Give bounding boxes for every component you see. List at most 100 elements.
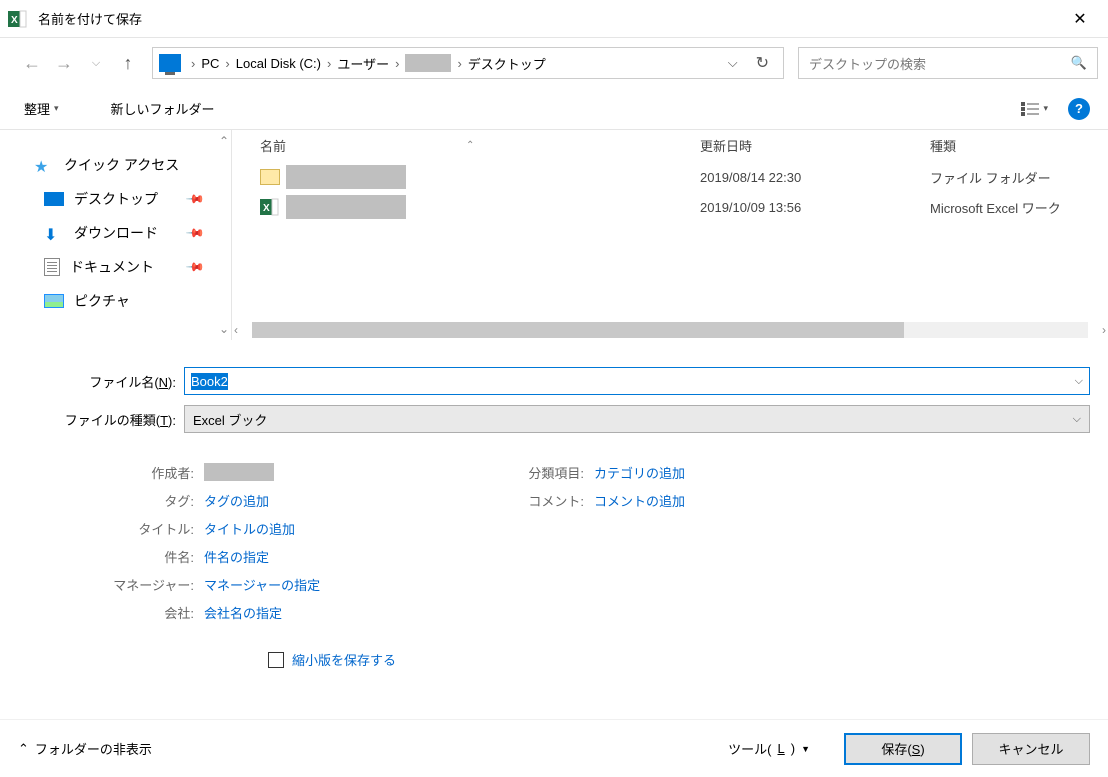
comment-value[interactable]: コメントの追加 bbox=[594, 491, 685, 510]
subject-label: 件名: bbox=[18, 547, 204, 566]
history-dropdown[interactable]: ⌵ bbox=[82, 49, 110, 77]
sidebar-quick-access[interactable]: ★ クイック アクセス bbox=[0, 148, 231, 182]
file-row[interactable]: X 2019/10/09 13:56 Microsoft Excel ワーク bbox=[232, 192, 1108, 222]
dropdown-icon[interactable]: ⌵ bbox=[1075, 375, 1083, 388]
pc-icon bbox=[159, 54, 181, 72]
address-bar[interactable]: › PC › Local Disk (C:) › ユーザー › › デスクトップ… bbox=[152, 47, 784, 79]
subject-value[interactable]: 件名の指定 bbox=[204, 547, 269, 566]
filename-redacted bbox=[286, 165, 406, 189]
cancel-button[interactable]: キャンセル bbox=[972, 733, 1090, 765]
company-label: 会社: bbox=[18, 603, 204, 622]
breadcrumb-sep-icon: › bbox=[189, 56, 197, 71]
dropdown-icon[interactable]: ⌵ bbox=[1073, 413, 1081, 426]
nav-bar: ← → ⌵ ↑ › PC › Local Disk (C:) › ユーザー › … bbox=[0, 38, 1108, 88]
breadcrumb-sep-icon: › bbox=[393, 56, 401, 71]
sidebar-item-downloads[interactable]: ⬇ ダウンロード 📌 bbox=[0, 216, 231, 250]
back-button[interactable]: ← bbox=[18, 49, 46, 77]
filename-input[interactable]: Book2 ⌵ bbox=[184, 367, 1090, 395]
close-button[interactable]: ✕ bbox=[1060, 0, 1100, 38]
folder-icon bbox=[260, 169, 280, 185]
breadcrumb-root[interactable]: PC bbox=[197, 56, 223, 71]
filetype-label: ファイルの種類(T): bbox=[18, 410, 184, 429]
svg-text:X: X bbox=[263, 203, 270, 214]
excel-app-icon: X bbox=[8, 9, 28, 29]
svg-text:X: X bbox=[11, 15, 18, 26]
save-button[interactable]: 保存(S) bbox=[844, 733, 962, 765]
organize-menu[interactable]: 整理▾ bbox=[18, 95, 65, 122]
sidebar-scroll-down[interactable]: ⌄ bbox=[219, 322, 229, 336]
column-header-date[interactable]: 更新日時 bbox=[700, 136, 930, 155]
file-list: 名前⌃ 更新日時 種類 2019/08/14 22:30 ファイル フォルダー … bbox=[232, 130, 1108, 340]
file-date: 2019/08/14 22:30 bbox=[700, 170, 930, 185]
breadcrumb-redacted[interactable] bbox=[405, 54, 451, 72]
pin-icon: 📌 bbox=[185, 189, 205, 209]
comment-label: コメント: bbox=[408, 491, 594, 510]
chevron-up-icon: ⌃ bbox=[18, 741, 29, 757]
address-dropdown-icon[interactable]: ⌵ bbox=[720, 55, 746, 71]
filetype-select[interactable]: Excel ブック ⌵ bbox=[184, 405, 1090, 433]
document-icon bbox=[44, 258, 60, 276]
sidebar-item-documents[interactable]: ドキュメント 📌 bbox=[0, 250, 231, 284]
breadcrumb-seg[interactable]: Local Disk (C:) bbox=[232, 56, 325, 71]
new-folder-button[interactable]: 新しいフォルダー bbox=[105, 95, 221, 122]
view-options-button[interactable]: ▾ bbox=[1015, 98, 1054, 120]
hscrollbar[interactable] bbox=[252, 322, 1088, 338]
filetype-value: Excel ブック bbox=[193, 410, 267, 429]
column-header-name[interactable]: 名前⌃ bbox=[260, 136, 700, 155]
author-value-redacted[interactable] bbox=[204, 463, 274, 481]
toolbar: 整理▾ 新しいフォルダー ▾ ? bbox=[0, 88, 1108, 130]
tools-menu[interactable]: ツール(L)▼ bbox=[728, 739, 810, 758]
author-label: 作成者: bbox=[18, 463, 204, 482]
thumbnail-checkbox[interactable] bbox=[268, 652, 284, 668]
help-button[interactable]: ? bbox=[1068, 98, 1090, 120]
sort-indicator-icon: ⌃ bbox=[466, 140, 474, 151]
pin-icon: 📌 bbox=[185, 223, 205, 243]
manager-label: マネージャー: bbox=[18, 575, 204, 594]
title-label: タイトル: bbox=[18, 519, 204, 538]
breadcrumb-sep-icon: › bbox=[455, 56, 463, 71]
refresh-button[interactable]: ↻ bbox=[746, 53, 779, 73]
sidebar-item-pictures[interactable]: ピクチャ bbox=[0, 284, 231, 318]
file-row[interactable]: 2019/08/14 22:30 ファイル フォルダー bbox=[232, 162, 1108, 192]
title-bar: X 名前を付けて保存 ✕ bbox=[0, 0, 1108, 38]
category-value[interactable]: カテゴリの追加 bbox=[594, 463, 685, 482]
hide-folders-toggle[interactable]: ⌃ フォルダーの非表示 bbox=[18, 739, 152, 758]
file-type: Microsoft Excel ワーク bbox=[930, 198, 1108, 217]
up-button[interactable]: ↑ bbox=[114, 49, 142, 77]
manager-value[interactable]: マネージャーの指定 bbox=[204, 575, 320, 594]
title-value[interactable]: タイトルの追加 bbox=[204, 519, 295, 538]
thumbnail-label[interactable]: 縮小版を保存する bbox=[292, 650, 396, 669]
sidebar-item-desktop[interactable]: デスクトップ 📌 bbox=[0, 182, 231, 216]
hscroll-left[interactable]: ‹ bbox=[234, 323, 238, 337]
search-icon: 🔍 bbox=[1071, 55, 1087, 71]
breadcrumb-seg[interactable]: デスクトップ bbox=[464, 54, 550, 73]
star-icon: ★ bbox=[34, 157, 54, 173]
tag-label: タグ: bbox=[18, 491, 204, 510]
filename-redacted bbox=[286, 195, 406, 219]
forward-button[interactable]: → bbox=[50, 49, 78, 77]
metadata-area: 作成者: タグ:タグの追加 タイトル:タイトルの追加 件名:件名の指定 マネージ… bbox=[18, 440, 1090, 626]
filename-value: Book2 bbox=[191, 373, 228, 390]
company-value[interactable]: 会社名の指定 bbox=[204, 603, 282, 622]
tag-value[interactable]: タグの追加 bbox=[204, 491, 269, 510]
hscroll-thumb[interactable] bbox=[252, 322, 904, 338]
breadcrumb-sep-icon: › bbox=[223, 56, 231, 71]
sidebar: ⌃ ★ クイック アクセス デスクトップ 📌 ⬇ ダウンロード 📌 ドキュメント… bbox=[0, 130, 232, 340]
thumbnail-row: 縮小版を保存する bbox=[18, 626, 1090, 669]
search-input[interactable]: デスクトップの検索 🔍 bbox=[798, 47, 1098, 79]
file-type: ファイル フォルダー bbox=[930, 168, 1108, 187]
excel-file-icon: X bbox=[260, 197, 280, 217]
main-split: ⌃ ★ クイック アクセス デスクトップ 📌 ⬇ ダウンロード 📌 ドキュメント… bbox=[0, 130, 1108, 340]
footer: ⌃ フォルダーの非表示 ツール(L)▼ 保存(S) キャンセル bbox=[0, 719, 1108, 777]
breadcrumb-sep-icon: › bbox=[325, 56, 333, 71]
sidebar-scroll-up[interactable]: ⌃ bbox=[219, 134, 229, 148]
column-header-type[interactable]: 種類 bbox=[930, 136, 1108, 155]
desktop-icon bbox=[44, 192, 64, 206]
file-list-header: 名前⌃ 更新日時 種類 bbox=[232, 130, 1108, 162]
window-title: 名前を付けて保存 bbox=[38, 9, 1060, 28]
hscroll-right[interactable]: › bbox=[1102, 323, 1106, 337]
picture-icon bbox=[44, 294, 64, 308]
breadcrumb-seg[interactable]: ユーザー bbox=[333, 54, 393, 73]
pin-icon: 📌 bbox=[185, 257, 205, 277]
search-placeholder: デスクトップの検索 bbox=[809, 54, 1071, 73]
